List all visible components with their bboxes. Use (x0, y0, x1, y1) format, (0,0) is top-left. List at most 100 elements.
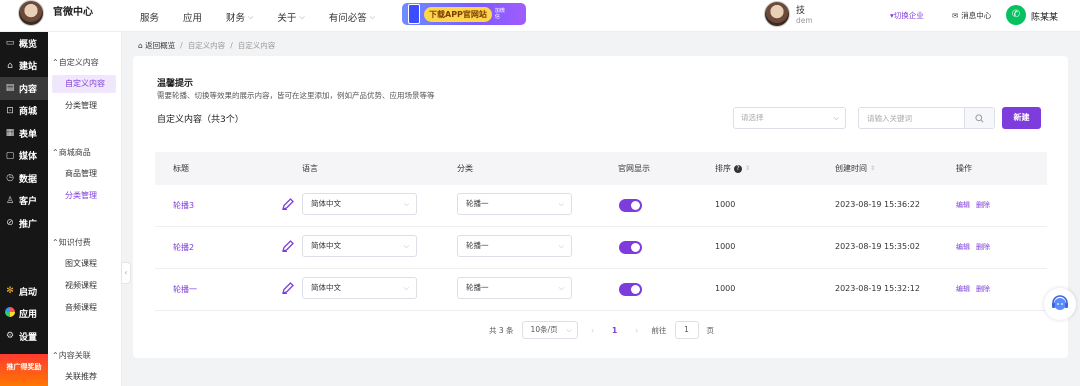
sidebar-item-settings[interactable]: ⚙ 设置 (0, 325, 48, 348)
new-button[interactable]: 新建 (1002, 107, 1041, 129)
download-app-banner[interactable]: 下载APP官网站 加微信 (402, 3, 526, 25)
col-created-label: 创建时间 (835, 164, 867, 173)
form-icon: ▦ (5, 128, 15, 139)
sidebar-item-data[interactable]: ◷ 数据 (0, 167, 48, 190)
col-language-label: 语言 (302, 164, 318, 173)
customer-service-icon[interactable] (1044, 288, 1076, 320)
nav-about[interactable]: 关于 ⌵ (277, 10, 305, 25)
visible-toggle[interactable] (619, 199, 642, 212)
sub-item-category-manage[interactable]: 分类管理 (52, 97, 116, 115)
sub-group-shop[interactable]: ⌃商城商品 (52, 147, 91, 158)
sidebar-item-overview[interactable]: ▭ 概览 (0, 32, 48, 55)
filter-select[interactable]: 请选择 ⌵ (733, 107, 846, 129)
edit-pencil-icon[interactable] (281, 197, 295, 211)
nav-faq[interactable]: 有问必答 ⌵ (329, 10, 376, 25)
sub-group-label: 内容关联 (58, 351, 91, 360)
edit-pencil-icon[interactable] (281, 281, 295, 295)
language-select[interactable]: 简体中文 ⌵ (302, 193, 417, 215)
switch-company-link[interactable]: ▾切换企业 (890, 10, 924, 21)
sub-item-related-recommend[interactable]: 关联推荐 (52, 368, 116, 386)
chevron-down-icon: ⌵ (369, 12, 376, 21)
category-select[interactable]: 轮播一 ⌵ (457, 277, 572, 299)
row-created: 2023-08-19 15:32:12 (835, 284, 920, 293)
breadcrumb-level2: 自定义内容 (237, 41, 276, 50)
sort-icon[interactable]: ⇕ (870, 165, 875, 172)
sidebar-item-customer[interactable]: ♙ 客户 (0, 190, 48, 213)
search-input[interactable] (859, 108, 965, 128)
edit-link[interactable]: 编辑 (956, 200, 970, 210)
sub-item-audio-course[interactable]: 音频课程 (52, 299, 116, 317)
list-title: 自定义内容（共3个） (157, 115, 244, 125)
sub-group-custom[interactable]: ⌃自定义内容 (52, 57, 99, 68)
sidebar-item-apps[interactable]: 应用 (0, 303, 48, 326)
sidebar-item-label: 表单 (19, 129, 38, 140)
visible-toggle[interactable] (619, 241, 642, 254)
app-title: 官微中心 (53, 7, 93, 18)
sidebar-item-site[interactable]: ⌂ 建站 (0, 55, 48, 78)
sub-item-shop-category[interactable]: 分类管理 (52, 187, 116, 205)
breadcrumb-home-label: 返回概览 (145, 41, 176, 50)
promo-badge[interactable]: 推广得奖励 (0, 354, 48, 386)
chevron-up-icon: ⌃ (52, 351, 59, 360)
search-button[interactable] (964, 108, 994, 128)
col-created[interactable]: 创建时间 ⇕ (835, 163, 875, 174)
goto-page-input[interactable]: 1 (674, 321, 699, 339)
sidebar-item-media[interactable]: ▢ 媒体 (0, 145, 48, 168)
nav-finance[interactable]: 财务 ⌵ (226, 10, 253, 25)
wechat-icon[interactable]: ✆ (1006, 5, 1026, 25)
page-size-value: 10条/页 (530, 325, 558, 334)
launch-icon: ✻ (6, 286, 14, 297)
sort-icon[interactable]: ⇕ (745, 165, 750, 172)
edit-link[interactable]: 编辑 (956, 284, 970, 294)
visible-toggle[interactable] (619, 283, 642, 296)
page-size-select[interactable]: 10条/页 ⌵ (521, 321, 578, 339)
breadcrumb-separator: / (180, 41, 183, 50)
col-order[interactable]: 排序? ⇕ (715, 163, 750, 174)
tips-title: 温馨提示 (157, 79, 194, 89)
page-number-current[interactable]: 1 (608, 326, 622, 335)
sub-item-article-course[interactable]: 图文课程 (52, 255, 116, 273)
edit-link[interactable]: 编辑 (956, 242, 970, 252)
row-title[interactable]: 轮播2 (173, 242, 194, 253)
company-avatar[interactable] (764, 1, 790, 27)
total-count: 共 3 条 (489, 325, 514, 335)
sub-group-relation[interactable]: ⌃内容关联 (52, 350, 91, 361)
message-center-link[interactable]: ✉ 消息中心 (952, 10, 991, 21)
back-home-link[interactable]: ⌂ 返回概览 (138, 40, 175, 51)
language-select-value: 简体中文 (311, 241, 341, 250)
sidebar-item-content[interactable]: ▤ 内容 (0, 77, 48, 100)
edit-pencil-icon[interactable] (281, 239, 295, 253)
nav-service[interactable]: 服务 (140, 10, 159, 24)
nav-apps[interactable]: 应用 (183, 10, 202, 24)
user-name[interactable]: 陈某某 (1031, 10, 1058, 23)
chevron-down-icon: ⌵ (566, 326, 572, 334)
sidebar-item-form[interactable]: ▦ 表单 (0, 122, 48, 145)
delete-link[interactable]: 删除 (976, 284, 990, 294)
language-select[interactable]: 简体中文 ⌵ (302, 277, 417, 299)
sidebar-item-label: 设置 (19, 332, 38, 343)
delete-link[interactable]: 删除 (976, 200, 990, 210)
breadcrumb-level1[interactable]: 自定义内容 (188, 40, 226, 51)
row-title[interactable]: 轮播一 (173, 284, 197, 295)
goto-label: 前往 (651, 325, 667, 335)
category-select[interactable]: 轮播一 ⌵ (457, 235, 572, 257)
chevron-down-icon: ⌵ (299, 12, 305, 21)
category-select[interactable]: 轮播一 ⌵ (457, 193, 572, 215)
sidebar-item-launch[interactable]: ✻ 启动 (0, 280, 48, 303)
sub-group-knowledge[interactable]: ⌃知识付费 (52, 237, 91, 248)
sidebar-item-promote[interactable]: ⊘ 推广 (0, 212, 48, 235)
sidebar-item-label: 概览 (19, 39, 38, 50)
sidebar-item-shop[interactable]: ⊡ 商城 (0, 100, 48, 123)
sub-item-custom-content[interactable]: 自定义内容 (52, 75, 116, 93)
prev-page-button[interactable]: ‹ (586, 326, 600, 335)
help-icon[interactable]: ? (734, 164, 742, 173)
row-title[interactable]: 轮播3 (173, 200, 194, 211)
language-select[interactable]: 简体中文 ⌵ (302, 235, 417, 257)
sub-item-video-course[interactable]: 视频课程 (52, 277, 116, 295)
next-page-button[interactable]: › (630, 326, 644, 335)
phone-icon (408, 4, 420, 24)
logo-avatar[interactable] (18, 0, 44, 26)
sub-item-product-manage[interactable]: 商品管理 (52, 165, 116, 183)
delete-link[interactable]: 删除 (976, 242, 990, 252)
collapse-sidebar-button[interactable]: ‹ (121, 262, 131, 284)
